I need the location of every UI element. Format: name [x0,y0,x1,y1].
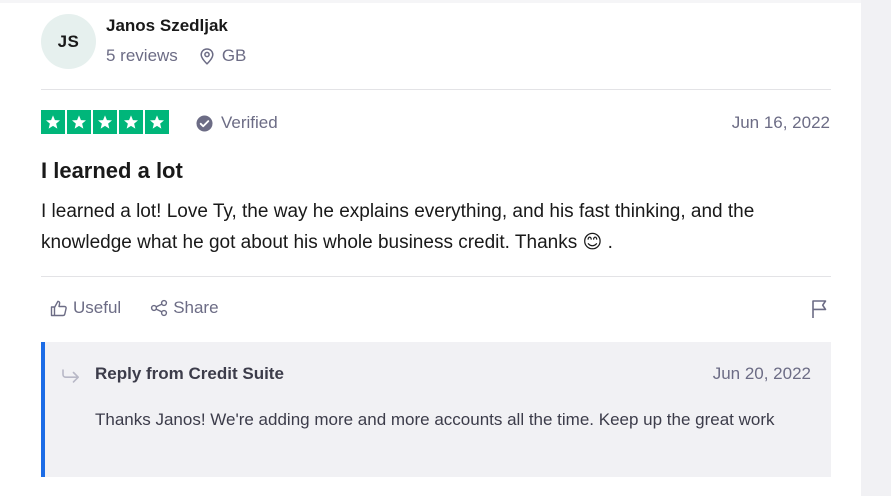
review-count: 5 reviews [106,46,178,65]
reply-title: Reply from Credit Suite [95,364,284,383]
report-flag-button[interactable] [811,299,829,324]
reply-date: Jun 20, 2022 [712,364,811,383]
country-code: GB [221,46,247,65]
reviewer-location: GB [200,46,247,66]
flag-icon [812,300,827,318]
review-title[interactable]: I learned a lot [41,158,183,184]
verified-badge[interactable]: Verified [196,113,278,133]
star-icon [67,110,91,134]
review-date: Jun 16, 2022 [731,113,830,132]
share-icon [151,299,168,317]
reviewer-name[interactable]: Janos Szedljak [106,16,228,36]
share-button[interactable]: Share [150,298,219,318]
smiling-face-emoji: 😊 [582,232,603,253]
body-divider [41,276,831,277]
verified-label: Verified [221,113,278,132]
useful-label: Useful [73,298,122,317]
share-label: Share [173,298,219,317]
star-rating [41,110,169,134]
star-icon [145,110,169,134]
avatar[interactable]: JS [41,14,96,69]
star-icon [119,110,143,134]
review-actions: Useful Share [50,298,219,318]
header-divider [41,89,831,90]
reviewer-meta: 5 reviews GB [106,46,246,66]
review-text-end: . [607,232,613,253]
review-text: I learned a lot! Love Ty, the way he exp… [41,196,831,258]
review-body-text: I learned a lot! Love Ty, the way he exp… [41,201,755,253]
reply-text: Thanks Janos! We're adding more and more… [95,410,775,429]
star-icon [93,110,117,134]
useful-button[interactable]: Useful [50,298,121,318]
thumbs-up-icon [50,300,67,317]
company-reply: Reply from Credit Suite Jun 20, 2022 Tha… [41,342,831,477]
reply-arrow-icon [62,369,79,383]
location-pin-icon [200,47,214,65]
star-icon [41,110,65,134]
top-divider [0,0,861,3]
verified-check-icon [196,114,213,132]
review-card: JS Janos Szedljak 5 reviews GB Verified … [0,0,861,496]
